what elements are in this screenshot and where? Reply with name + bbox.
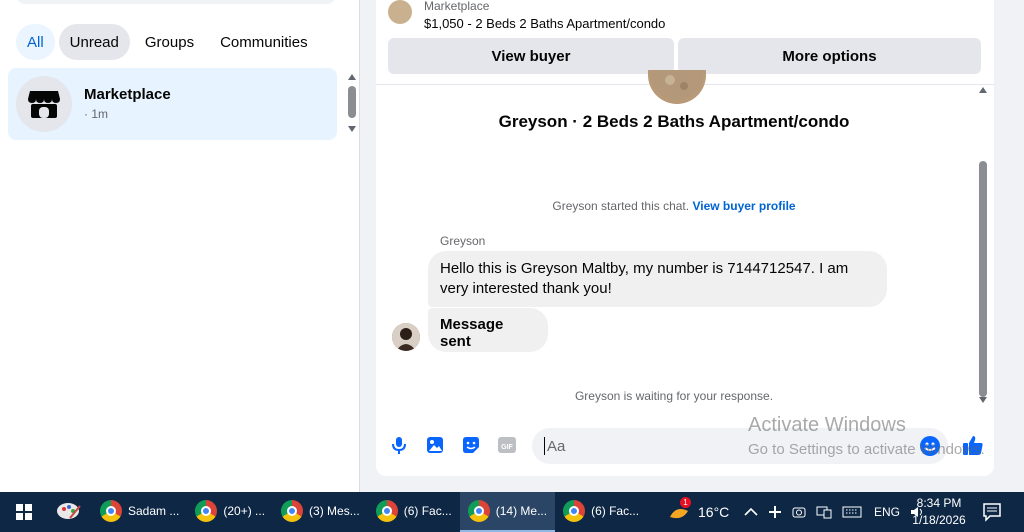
filter-all[interactable]: All [16, 24, 55, 60]
chrome-icon [195, 500, 218, 522]
filter-unread[interactable]: Unread [58, 24, 130, 60]
photo-icon[interactable] [426, 436, 444, 454]
clock-date: 1/18/2026 [912, 513, 966, 527]
conversation-item-marketplace[interactable]: Marketplace · 1m [8, 68, 337, 140]
waiting-status: Greyson is waiting for your response. [574, 389, 774, 403]
chrome-icon [563, 500, 586, 522]
svg-text:GIF: GIF [501, 444, 513, 451]
language-indicator[interactable]: ENG [874, 505, 900, 519]
taskbar-app-chrome-4[interactable]: (6) Fac... [368, 492, 460, 532]
message-sent-bubble[interactable]: Message sent [428, 308, 548, 352]
text-caret [544, 437, 545, 455]
system-tray: ENG [744, 492, 926, 532]
taskbar-app-chrome-5[interactable]: (14) Me... [459, 492, 556, 532]
taskbar-app-label: Sadam ... [128, 504, 180, 518]
windows-taskbar: Sadam ... (20+) ... (3) Mes... (6) Fac..… [0, 492, 1024, 532]
listing-thumbnail [388, 0, 412, 24]
scroll-down-arrow-icon[interactable] [348, 126, 356, 132]
chrome-icon [467, 500, 490, 522]
taskbar-app-label: (3) Mes... [309, 504, 360, 518]
chrome-icon [281, 500, 304, 522]
taskbar-app-chrome-2[interactable]: (20+) ... [187, 492, 273, 532]
notification-center-icon[interactable] [982, 502, 1002, 522]
network-icon[interactable] [816, 505, 832, 519]
view-buyer-button[interactable]: View buyer [388, 38, 674, 74]
taskbar-app-chrome-3[interactable]: (3) Mes... [273, 492, 368, 532]
chrome-icon [100, 500, 122, 522]
chat-list-panel: All Unread Groups Communities Marketplac… [0, 0, 360, 492]
paint-icon [57, 503, 81, 519]
weather-widget[interactable]: 1 16°C [668, 492, 729, 532]
clock-time: 8:34 PM [916, 496, 962, 510]
camera-icon[interactable] [792, 505, 806, 519]
taskbar-clock[interactable]: 8:34 PM 1/18/2026 [908, 495, 970, 529]
search-bar-edge[interactable] [16, 0, 336, 4]
chat-start-text: Greyson started this chat. [552, 199, 690, 213]
filter-communities[interactable]: Communities [209, 24, 319, 60]
message-input-placeholder: Aa [547, 437, 566, 455]
keyboard-icon[interactable] [842, 505, 862, 519]
message-bubble[interactable]: Hello this is Greyson Maltby, my number … [428, 251, 887, 307]
taskbar-app-chrome-1[interactable]: Sadam ... [92, 492, 187, 532]
windows-start-icon[interactable] [0, 492, 48, 532]
chat-scrollbar[interactable] [976, 87, 990, 407]
taskbar-app-paint[interactable] [48, 492, 92, 532]
sidebar-scrollbar[interactable] [344, 70, 360, 136]
filter-groups[interactable]: Groups [134, 24, 205, 60]
taskbar-app-label: (6) Fac... [403, 504, 452, 518]
temperature: 16°C [698, 504, 730, 520]
weather-badge: 1 [680, 497, 691, 508]
taskbar-app-label: (20+) ... [223, 504, 266, 518]
sticker-icon[interactable] [462, 436, 480, 454]
listing-source: Marketplace [424, 0, 490, 13]
sender-name: Greyson [440, 234, 486, 248]
chrome-icon [375, 500, 398, 522]
microphone-icon[interactable] [390, 436, 408, 454]
more-options-button[interactable]: More options [678, 38, 981, 74]
conversation-name: Marketplace [84, 86, 171, 103]
scroll-up-arrow-icon[interactable] [979, 87, 987, 93]
watermark-subtitle: Go to Settings to activate Windows. [748, 441, 985, 458]
scrollbar-thumb[interactable] [348, 86, 356, 118]
weather-icon: 1 [668, 497, 691, 523]
scroll-up-arrow-icon[interactable] [348, 74, 356, 80]
scroll-down-arrow-icon[interactable] [979, 397, 987, 403]
chevron-up-icon[interactable] [744, 507, 758, 517]
sender-avatar[interactable] [392, 323, 420, 351]
composer-toolbar: GIF [390, 436, 516, 454]
filter-chips: All Unread Groups Communities [16, 24, 319, 60]
taskbar-app-chrome-6[interactable]: (6) Fac... [555, 492, 647, 532]
chat-panel: Marketplace $1,050 - 2 Beds 2 Baths Apar… [376, 0, 994, 476]
marketplace-store-icon [16, 76, 72, 132]
buyer-profile-picture [648, 70, 706, 104]
gif-icon[interactable]: GIF [498, 436, 516, 454]
activate-windows-watermark: Activate Windows Go to Settings to activ… [748, 414, 985, 458]
chat-title: Greyson · 2 Beds 2 Baths Apartment/condo [498, 112, 850, 131]
view-buyer-profile-link[interactable]: View buyer profile [692, 199, 795, 213]
taskbar-app-label: (14) Me... [495, 504, 548, 518]
scrollbar-thumb[interactable] [979, 161, 987, 397]
taskbar-app-label: (6) Fac... [591, 504, 640, 518]
conversation-time: · 1m [84, 107, 108, 121]
chat-start-info: Greyson started this chat. View buyer pr… [376, 199, 972, 213]
plus-icon[interactable] [768, 505, 782, 519]
listing-title[interactable]: $1,050 - 2 Beds 2 Baths Apartment/condo [424, 16, 665, 31]
watermark-title: Activate Windows [748, 414, 906, 436]
